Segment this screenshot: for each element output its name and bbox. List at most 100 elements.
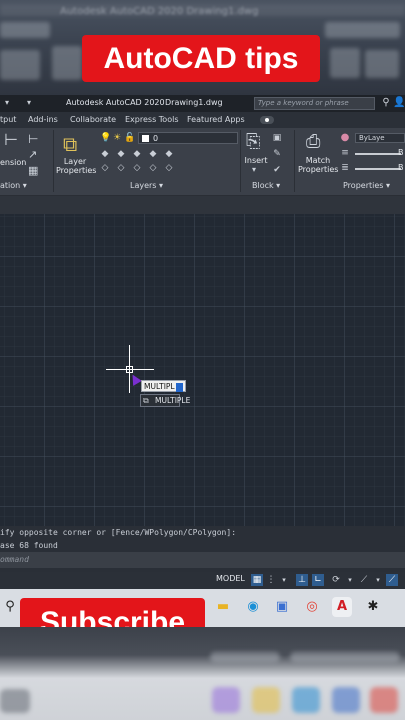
drawing-canvas[interactable]: MULTIPL ⧉ MULTIPLE	[0, 214, 405, 526]
qat-customize-icon[interactable]: ▾	[24, 98, 34, 108]
ribbon-panel: ⊢ ension ⊢ ↗ ▦ ation ▾ ⧉ Layer Propertie…	[0, 128, 405, 196]
history-line: ase 68 found	[0, 541, 58, 550]
blur-block	[290, 652, 400, 662]
edit-attributes-icon[interactable]: ✔	[272, 165, 282, 175]
color-dropdown[interactable]: ByLaye	[355, 133, 405, 143]
store-icon[interactable]: ▣	[272, 597, 292, 617]
blurred-title: Autodesk AutoCAD 2020 Drawing1.dwg	[60, 6, 259, 17]
polar-icon[interactable]: ∟	[312, 574, 324, 586]
ribbon-tabs: tput Add-ins Collaborate Express Tools F…	[0, 112, 405, 128]
lineweight-preview	[355, 153, 401, 155]
pickbox	[126, 366, 133, 373]
text-caret	[175, 382, 183, 392]
status-bar: MODEL ▦ ⋮ ▾ ⊥ ∟ ⟳ ▾ ⟋ ▾ ⟋	[0, 572, 405, 589]
layer-tool-icon[interactable]: ◆	[164, 149, 174, 159]
linetype-value: B	[398, 163, 404, 172]
chrome-icon[interactable]: ◎	[302, 597, 322, 617]
blur-block	[0, 50, 40, 80]
binoculars-icon[interactable]: ⚲	[380, 97, 392, 109]
history-line: ify opposite corner or [Fence/WPolygon/C…	[0, 528, 237, 537]
color-wheel-icon[interactable]: ●	[340, 133, 350, 143]
annotation-scale-icon[interactable]: ⟋	[358, 574, 370, 586]
isodraft-icon[interactable]: ⟋	[386, 574, 398, 586]
blur-block	[370, 687, 398, 713]
create-block-icon[interactable]: ▣	[272, 133, 282, 143]
layer-properties-label-2: Properties	[56, 166, 97, 175]
panel-separator	[240, 130, 241, 192]
annotation-panel-title[interactable]: ation ▾	[0, 181, 27, 195]
properties-footer-label: Properties	[343, 181, 384, 190]
tab-express-tools[interactable]: Express Tools	[125, 115, 179, 124]
layer-color-swatch	[142, 135, 149, 142]
snap-icon[interactable]: ⋮	[265, 574, 277, 586]
file-explorer-icon[interactable]: ▬	[213, 597, 233, 617]
user-icon[interactable]: 👤	[393, 97, 405, 109]
file-tab-bar	[0, 196, 405, 214]
blur-block	[330, 48, 360, 78]
insert-label: Insert	[244, 156, 268, 165]
layer-tool-icon[interactable]: ◇	[148, 163, 158, 173]
layer-tool-icon[interactable]: ◇	[164, 163, 174, 173]
layer-tool-icon[interactable]: ◇	[116, 163, 126, 173]
block-panel-title[interactable]: Block ▾	[252, 181, 280, 195]
lineweight-value: B	[398, 148, 404, 157]
grid-icon[interactable]: ▦	[251, 574, 263, 586]
layers-panel-title[interactable]: Layers ▾	[130, 181, 163, 195]
search-icon[interactable]: ⚲	[0, 597, 20, 617]
layer-properties-label-1: Layer	[63, 157, 87, 166]
qat-dropdown-icon[interactable]: ▾	[2, 98, 12, 108]
match-properties-label-1: Match	[305, 156, 331, 165]
snap-dropdown-icon[interactable]: ▾	[278, 574, 290, 586]
layer-tool-icon[interactable]: ◆	[116, 149, 126, 159]
search-placeholder: Type a keyword or phrase	[258, 99, 349, 107]
linetype-icon[interactable]: ≣	[340, 163, 350, 173]
insert-block-icon[interactable]: ⎘	[246, 131, 260, 152]
autocomplete-text: MULTIPLE	[155, 396, 191, 405]
properties-panel-title[interactable]: Properties ▾	[343, 181, 390, 195]
blur-block	[210, 652, 280, 662]
tab-output[interactable]: tput	[0, 115, 16, 124]
layer-tool-icon[interactable]: ◆	[132, 149, 142, 159]
search-input[interactable]: Type a keyword or phrase	[254, 97, 375, 110]
scale-dropdown-icon[interactable]: ▾	[372, 574, 384, 586]
linear-dim-icon[interactable]: ⊢	[28, 132, 38, 146]
edge-icon[interactable]: ◉	[243, 597, 263, 617]
osnap-dropdown-icon[interactable]: ▾	[344, 574, 356, 586]
layer-properties-icon[interactable]: ⧉	[63, 132, 77, 156]
ribbon-minimize-toggle[interactable]	[260, 116, 274, 124]
layer-tool-icon[interactable]: ◆	[148, 149, 158, 159]
table-icon[interactable]: ▦	[28, 164, 38, 177]
title-bar: ▾ ▾ Autodesk AutoCAD 2020 Drawing1.dwg T…	[0, 95, 405, 112]
dynamic-input-field[interactable]: MULTIPL	[141, 380, 186, 392]
layer-tool-icon[interactable]: ◇	[100, 163, 110, 173]
match-properties-icon[interactable]: ⎙	[306, 131, 320, 152]
tab-add-ins[interactable]: Add-ins	[28, 115, 58, 124]
insert-dropdown-icon[interactable]: ▾	[252, 165, 256, 174]
lightbulb-icon[interactable]: 💡	[100, 133, 111, 143]
app-icon[interactable]: ✱	[363, 597, 383, 617]
blur-block	[292, 687, 320, 713]
blur-block	[365, 50, 399, 78]
layer-dropdown[interactable]: 0	[138, 132, 238, 144]
tab-featured-apps[interactable]: Featured Apps	[187, 115, 245, 124]
osnap-icon[interactable]: ⟳	[330, 574, 342, 586]
autocad-icon[interactable]: A	[332, 597, 352, 617]
command-input[interactable]: ommand	[0, 552, 405, 568]
layer-tool-icon[interactable]: ◇	[132, 163, 142, 173]
command-placeholder: ommand	[0, 555, 29, 564]
dimension-icon[interactable]: ⊢	[4, 130, 18, 149]
blur-block	[325, 22, 400, 38]
sun-icon[interactable]: ☀	[112, 133, 122, 143]
lock-icon[interactable]: 🔓	[124, 133, 135, 143]
tab-collaborate[interactable]: Collaborate	[70, 115, 116, 124]
block-footer-label: Block	[252, 181, 274, 190]
blur-block	[212, 687, 240, 713]
autocomplete-suggestion[interactable]: ⧉ MULTIPLE	[140, 394, 190, 407]
layer-tool-icon[interactable]: ◆	[100, 149, 110, 159]
lineweight-icon[interactable]: ≡	[340, 148, 350, 158]
dimension-label: ension	[0, 158, 27, 167]
ortho-icon[interactable]: ⊥	[296, 574, 308, 586]
model-space-button[interactable]: MODEL	[216, 574, 245, 583]
edit-block-icon[interactable]: ✎	[272, 149, 282, 159]
leader-icon[interactable]: ↗	[28, 148, 37, 161]
